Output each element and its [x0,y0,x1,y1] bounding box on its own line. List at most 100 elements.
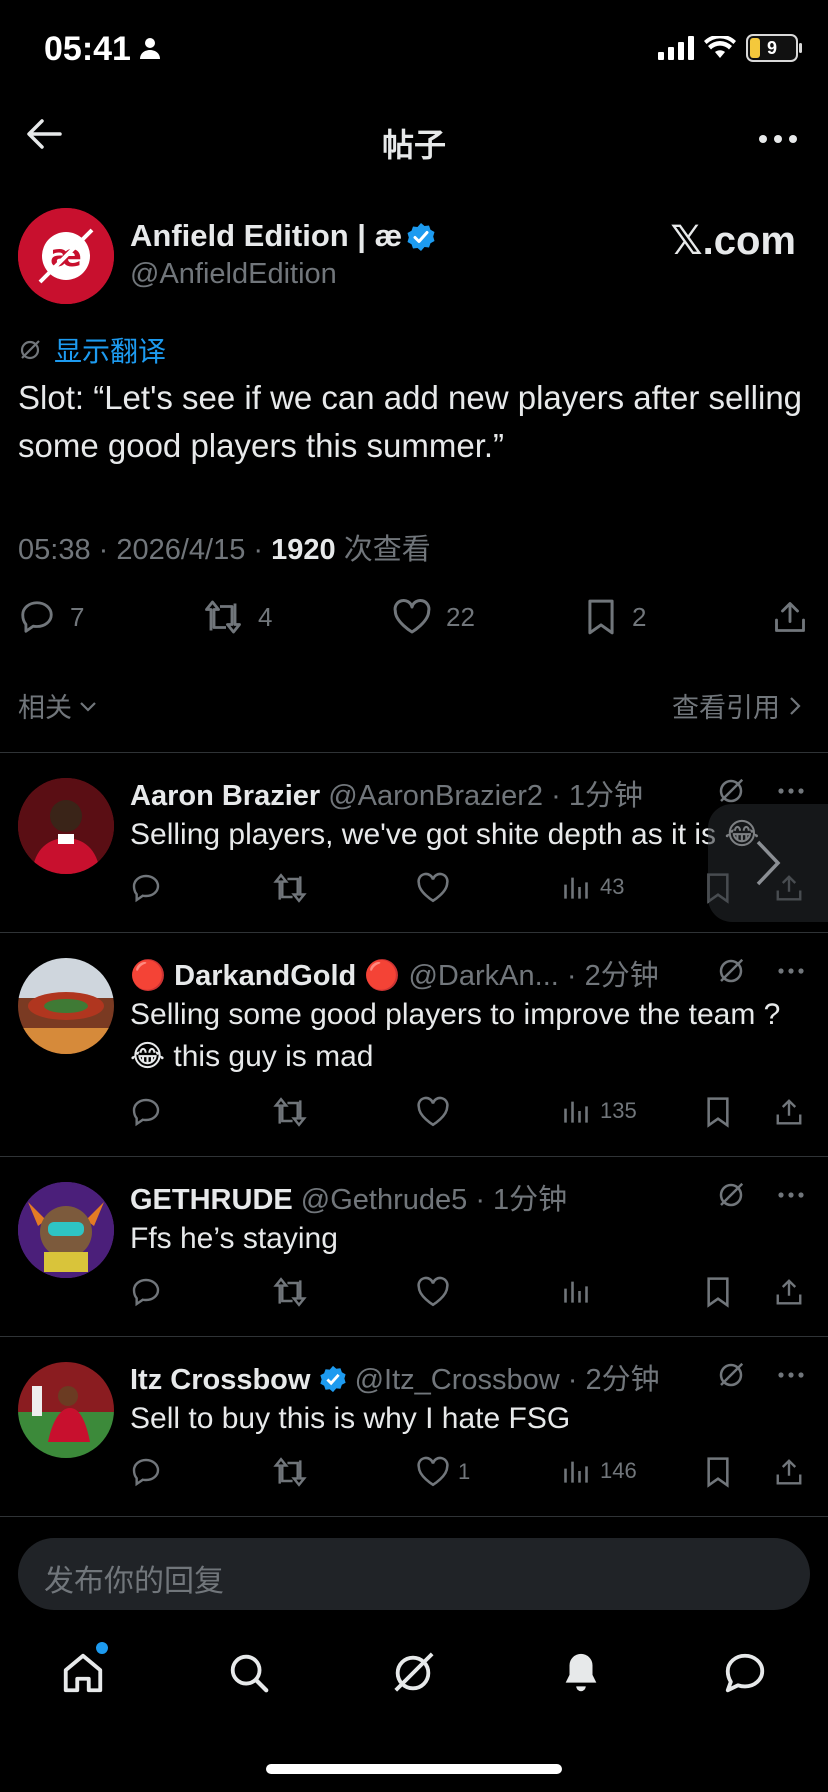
repost-icon [273,873,307,903]
bookmark-count: 2 [632,601,647,632]
reply-top-icons [716,1360,806,1390]
views-button[interactable]: 43 [562,872,624,902]
reply-button[interactable]: 7 [18,598,84,636]
like-button[interactable] [416,1096,450,1128]
views-icon [564,1281,588,1303]
next-media-overlay[interactable] [708,804,828,922]
more-icon[interactable] [758,134,798,144]
repost-count: 4 [258,601,273,632]
bookmark-button[interactable] [704,1456,732,1488]
grok-icon[interactable] [716,1360,746,1390]
grok-icon[interactable] [716,1180,746,1210]
repost-icon [273,1457,307,1487]
share-button[interactable] [774,1096,804,1128]
reply-icon [132,1278,160,1307]
reply-author-name[interactable]: GETHRUDE [130,1184,293,1216]
post-meta: 05:38 · 2026/4/15 · 1920 次查看 [18,526,431,568]
reply-icon [132,1098,160,1127]
battery-icon: 9 [746,34,802,62]
repost-button[interactable] [272,1276,308,1308]
reply-text: Sell to buy this is why I hate FSG [130,1402,571,1435]
like-button[interactable]: 1 [416,1456,470,1488]
bookmark-button[interactable]: 2 [584,598,646,636]
reply-handle[interactable]: @Itz_Crossbow · 2分钟 [347,1364,660,1396]
bookmark-button[interactable] [704,1276,732,1308]
chevron-right-icon [790,696,801,715]
avatar-photo [18,958,114,1054]
verified-badge-icon [407,223,435,251]
more-icon[interactable] [776,776,806,806]
like-button[interactable]: 22 [392,598,475,636]
related-label: 相关 [18,693,72,723]
like-button[interactable] [416,872,450,904]
more-icon[interactable] [776,956,806,986]
author-handle[interactable]: @AnfieldEdition [130,258,337,291]
reply-placeholder: 发布你的回复 [44,1565,224,1598]
reply-header: GETHRUDE @Gethrude5 · 1分钟 [130,1176,567,1218]
avatar[interactable] [18,1362,114,1458]
translate-link[interactable]: 显示翻译 [18,330,166,370]
reply-name: DarkandGold [174,960,357,992]
like-count: 1 [458,1459,471,1484]
translate-label: 显示翻译 [54,336,167,367]
heart-icon [417,1456,449,1487]
source-label: 𝕏.com [670,219,796,263]
views-button[interactable]: 146 [562,1456,637,1486]
reply-author-name[interactable]: 🔴 DarkandGold 🔴 [130,960,400,992]
author-name[interactable]: Anfield Edition | æ [130,218,402,254]
grok-icon[interactable] [716,776,746,806]
divider [0,932,828,933]
share-button[interactable] [772,598,808,636]
views-count: 146 [600,1458,637,1483]
repost-button[interactable] [272,872,308,904]
avatar-photo [18,1362,114,1458]
reply-author-name[interactable]: Itz Crossbow [130,1364,310,1396]
repost-button[interactable]: 4 [202,598,272,636]
share-button[interactable] [774,1276,804,1308]
view-quotes-link[interactable]: 查看引用 [672,686,802,725]
avatar-photo [18,1182,114,1278]
reply-top-icons [716,776,806,806]
search-icon[interactable] [226,1650,272,1696]
avatar[interactable] [18,958,114,1054]
views-button[interactable]: 135 [562,1096,637,1126]
grok-icon[interactable] [716,956,746,986]
reply-button[interactable] [130,872,162,904]
views-icon [564,1101,588,1123]
views-count: 135 [600,1098,637,1123]
reply-button[interactable] [130,1276,162,1308]
reply-handle[interactable]: @AaronBrazier2 · 1分钟 [328,780,643,812]
heart-icon [393,599,431,634]
notifications-icon[interactable] [558,1650,604,1696]
reply-icon [21,601,53,633]
repost-button[interactable] [272,1096,308,1128]
author-avatar[interactable]: æ [18,208,114,304]
reply-handle[interactable]: @DarkAn... · 2分钟 [400,960,658,992]
repost-button[interactable] [272,1456,308,1488]
reply-handle[interactable]: @Gethrude5 · 1分钟 [293,1184,567,1216]
avatar[interactable] [18,778,114,874]
share-button[interactable] [774,1456,804,1488]
reply-button[interactable] [130,1456,162,1488]
home-icon[interactable] [60,1650,106,1696]
post-timestamp: 05:38 · 2026/4/15 · [18,534,272,566]
reply-icon [132,874,160,903]
divider [0,1336,828,1337]
more-icon[interactable] [776,1360,806,1390]
reply-name-suffix: 🔴 [356,960,401,992]
messages-icon[interactable] [722,1650,768,1696]
reply-top-icons [716,956,806,986]
like-button[interactable] [416,1276,450,1308]
related-dropdown[interactable]: 相关 [18,686,98,725]
grok-icon[interactable] [390,1650,436,1696]
bookmark-button[interactable] [704,1096,732,1128]
reply-button[interactable] [130,1096,162,1128]
repost-icon [273,1097,307,1127]
views-button[interactable] [562,1276,590,1306]
reply-author-name[interactable]: Aaron Brazier [130,780,320,812]
chevron-right-icon [756,840,781,886]
share-icon [776,1099,802,1125]
more-icon[interactable] [776,1180,806,1210]
reply-text: Selling some good players to improve the… [130,998,781,1073]
avatar[interactable] [18,1182,114,1278]
